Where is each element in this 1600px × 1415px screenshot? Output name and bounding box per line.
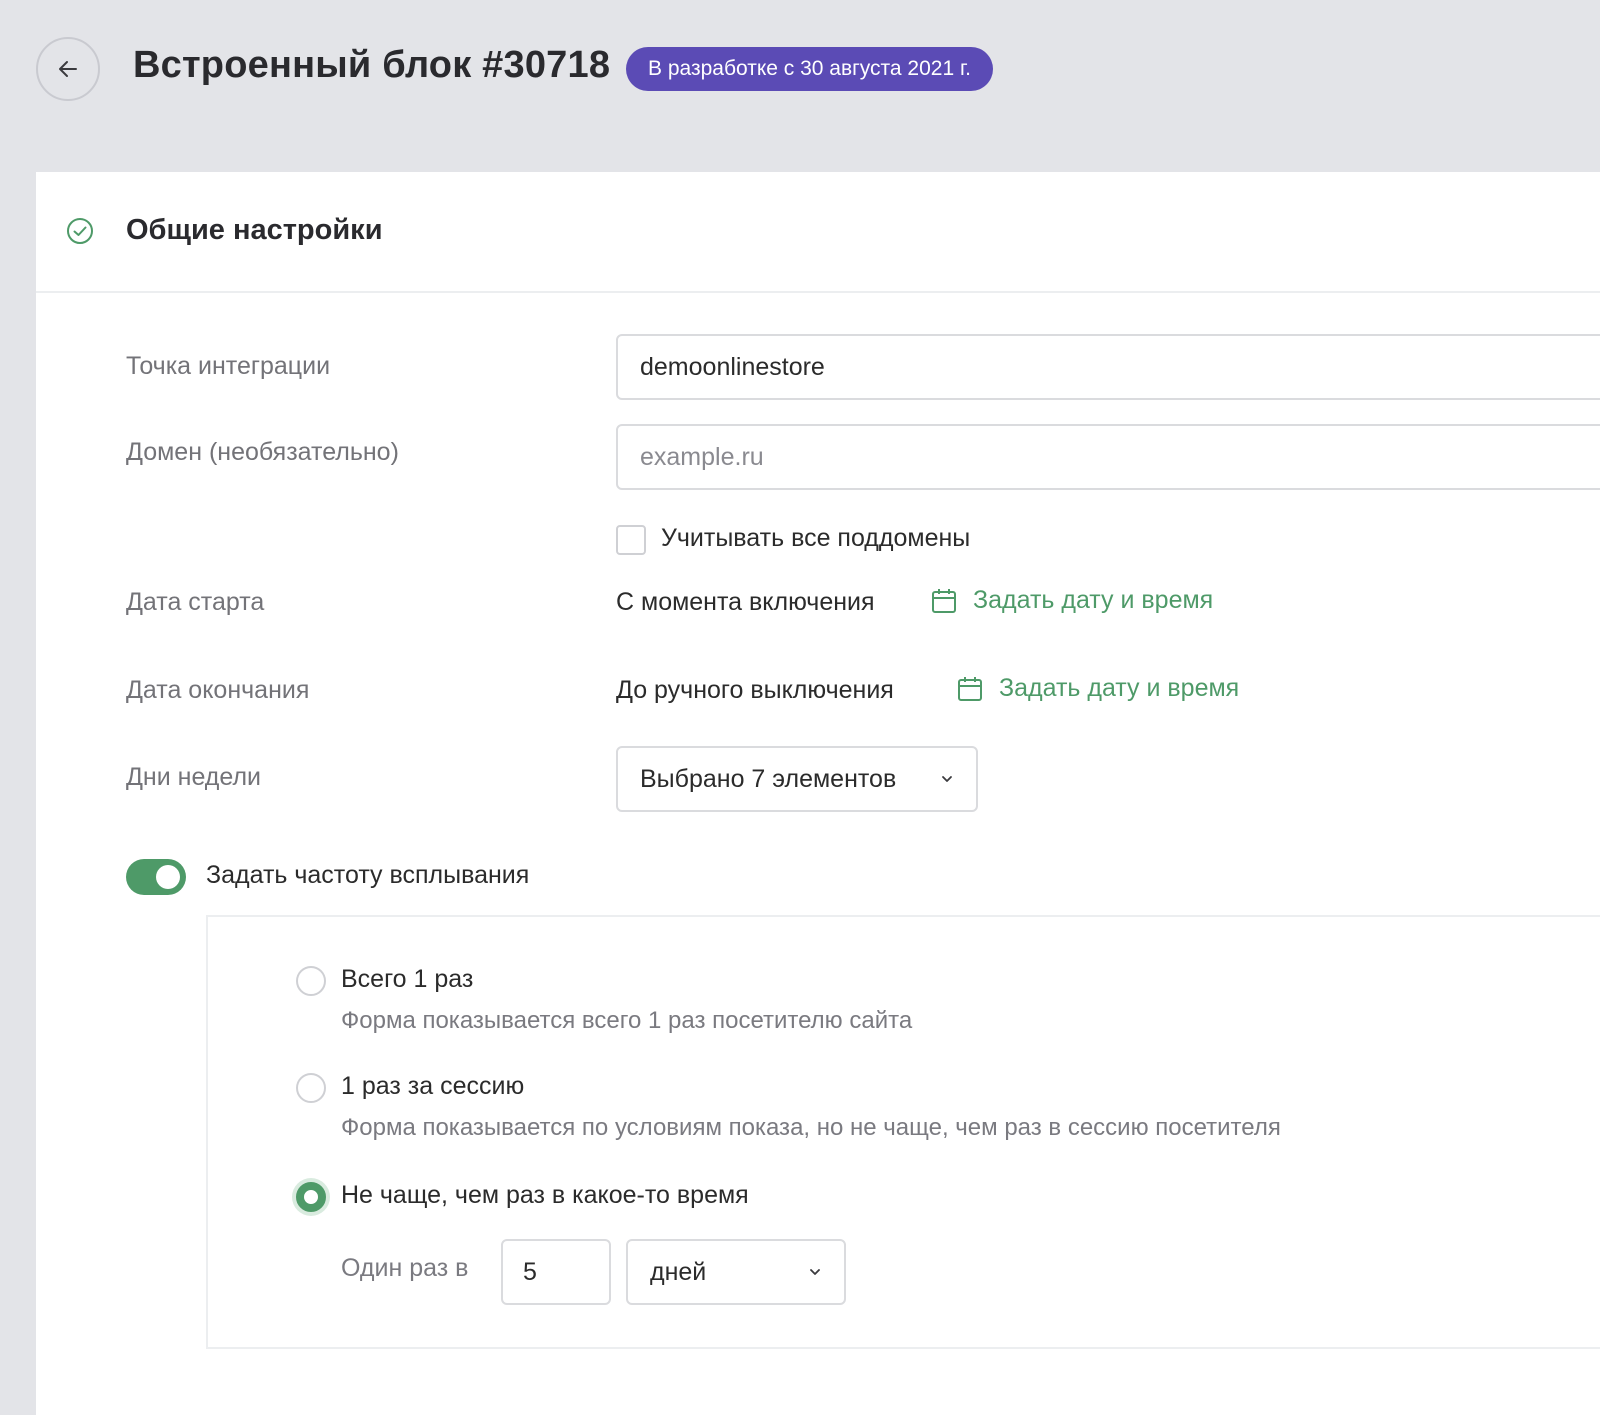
start-date-value: С момента включения: [616, 588, 875, 616]
option-interval-title: Не чаще, чем раз в какое-то время: [341, 1181, 749, 1209]
page-header: Встроенный блок #30718 В разработке с 30…: [0, 0, 1600, 172]
chevron-down-icon: [942, 776, 952, 782]
start-date-label: Дата старта: [126, 588, 265, 616]
end-date-link[interactable]: Задать дату и время: [957, 674, 1239, 703]
option-once-title: Всего 1 раз: [341, 965, 474, 993]
end-date-label: Дата окончания: [126, 676, 310, 704]
radio-per-session[interactable]: [296, 1073, 326, 1103]
frequency-options: Всего 1 раз Форма показывается всего 1 р…: [206, 915, 1600, 1349]
start-date-link[interactable]: Задать дату и время: [931, 586, 1213, 615]
interval-value-input[interactable]: [501, 1239, 611, 1305]
domain-input[interactable]: [616, 424, 1600, 490]
frequency-toggle[interactable]: [126, 859, 186, 895]
radio-once[interactable]: [296, 966, 326, 996]
option-per-session-title: 1 раз за сессию: [341, 1072, 525, 1100]
arrow-left-icon: [59, 61, 77, 77]
settings-panel: Общие настройки Точка интеграции Домен (…: [36, 172, 1600, 1415]
end-date-link-label: Задать дату и время: [999, 674, 1240, 702]
domain-label: Домен (необязательно): [126, 438, 399, 466]
option-once-description: Форма показывается всего 1 раз посетител…: [341, 1007, 913, 1034]
section-title: Общие настройки: [126, 214, 383, 246]
chevron-down-icon: [810, 1269, 820, 1275]
section-header: Общие настройки: [36, 172, 1600, 293]
check-circle-icon: [67, 218, 93, 244]
weekdays-label: Дни недели: [126, 763, 262, 791]
integration-point-label: Точка интеграции: [126, 352, 331, 380]
weekdays-select-value: Выбрано 7 элементов: [640, 764, 897, 793]
page-title: Встроенный блок #30718: [133, 44, 611, 86]
frequency-toggle-label: Задать частоту всплывания: [206, 861, 530, 889]
integration-point-input[interactable]: [616, 334, 1600, 400]
subdomains-checkbox[interactable]: [616, 525, 646, 555]
interval-label: Один раз в: [341, 1254, 469, 1282]
status-badge: В разработке с 30 августа 2021 г.: [626, 47, 993, 91]
back-button[interactable]: [36, 37, 100, 101]
start-date-link-label: Задать дату и время: [973, 586, 1214, 614]
toggle-knob: [156, 865, 180, 889]
option-per-session-description: Форма показывается по условиям показа, н…: [341, 1114, 1281, 1141]
radio-interval[interactable]: [296, 1182, 326, 1212]
interval-unit-select[interactable]: дней: [626, 1239, 846, 1305]
subdomains-checkbox-label: Учитывать все поддомены: [661, 524, 971, 552]
weekdays-select[interactable]: Выбрано 7 элементов: [616, 746, 978, 812]
calendar-icon: [932, 588, 956, 613]
end-date-value: До ручного выключения: [616, 676, 894, 704]
interval-unit-value: дней: [650, 1257, 707, 1286]
calendar-icon: [958, 676, 982, 701]
